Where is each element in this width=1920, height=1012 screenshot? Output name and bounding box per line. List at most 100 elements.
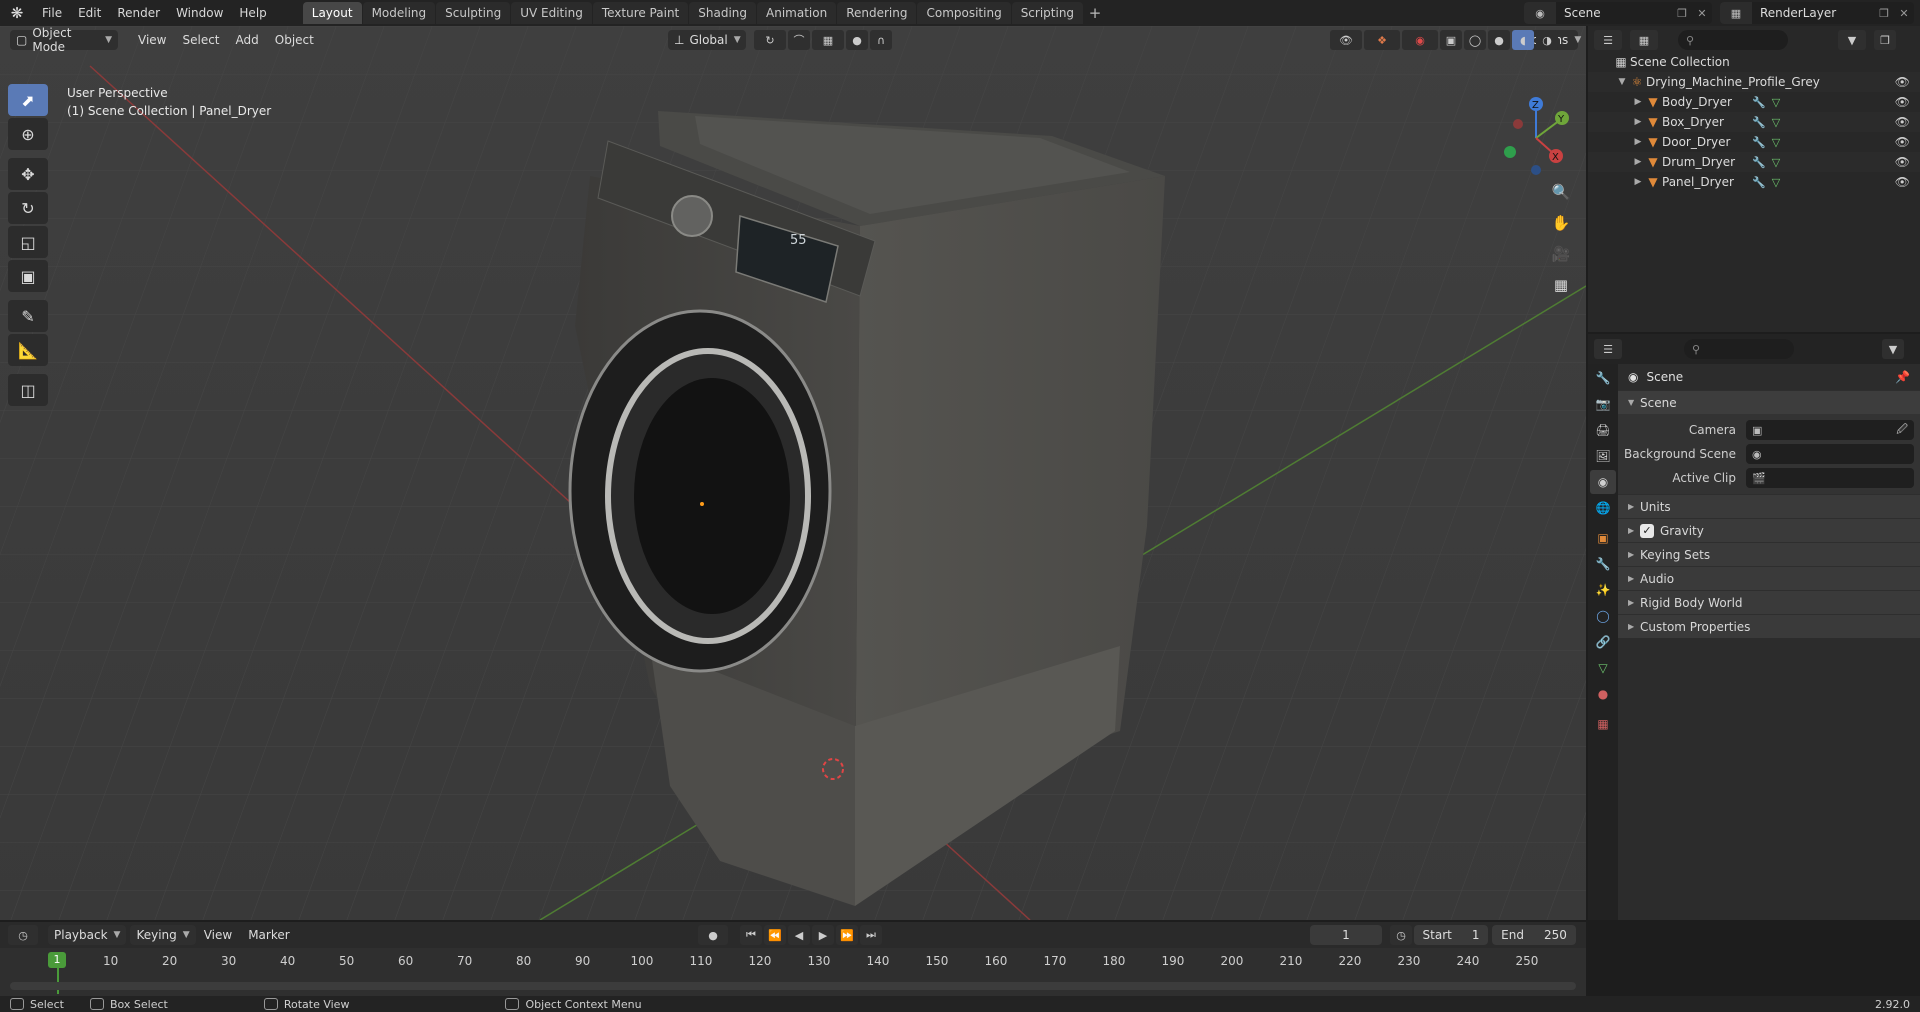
tab-sculpting[interactable]: Sculpting xyxy=(436,2,511,24)
pin-icon[interactable]: 📌 xyxy=(1895,370,1910,384)
visibility-eye-icon[interactable]: 👁 xyxy=(1895,95,1910,109)
visibility-eye-icon[interactable]: 👁 xyxy=(1895,135,1910,149)
time-icon[interactable]: ◷ xyxy=(1390,925,1412,945)
proportional-edit-icon[interactable]: ● xyxy=(846,30,868,50)
particles-tab-icon[interactable]: ✨ xyxy=(1590,578,1616,602)
background-scene-field[interactable]: ◉ xyxy=(1746,444,1914,464)
tab-modeling[interactable]: Modeling xyxy=(362,2,436,24)
rendered-shading-icon[interactable]: ◑ xyxy=(1536,30,1558,50)
expand-arrow-icon[interactable]: ▶ xyxy=(1632,177,1644,187)
menu-help[interactable]: Help xyxy=(231,2,274,24)
measure-tool-icon[interactable]: 📐 xyxy=(8,334,48,366)
scene-selector[interactable]: ◉ Scene ❐ ✕ xyxy=(1524,2,1712,24)
mesh-data-icon[interactable]: ▽ xyxy=(1772,96,1780,109)
active-clip-field[interactable]: 🎬 xyxy=(1746,468,1914,488)
ortho-grid-icon[interactable]: ▦ xyxy=(1547,271,1575,299)
dial-knob[interactable] xyxy=(671,195,713,237)
jump-end-icon[interactable]: ⏭ xyxy=(860,925,882,945)
menu-file[interactable]: File xyxy=(34,2,70,24)
camera-field[interactable]: ▣ 🖉 xyxy=(1746,420,1914,440)
outliner-item-panel-dryer[interactable]: ▶ ▼ Panel_Dryer 🔧 ▽ 👁 xyxy=(1588,172,1920,192)
end-frame-field[interactable]: End 250 xyxy=(1492,925,1576,945)
constraints-tab-icon[interactable]: 🔗 xyxy=(1590,630,1616,654)
view-layer-tab-icon[interactable]: 🖼 xyxy=(1590,444,1616,468)
timeline-scrollbar[interactable] xyxy=(10,982,1576,990)
snap-target-icon[interactable]: ▦ xyxy=(812,30,844,50)
wireframe-shading-icon[interactable]: ◯ xyxy=(1464,30,1486,50)
tab-shading[interactable]: Shading xyxy=(689,2,756,24)
scene-panel-header[interactable]: ▼ Scene xyxy=(1618,390,1920,414)
mode-dropdown[interactable]: ▢ Object Mode ▼ xyxy=(10,26,118,54)
menu-object[interactable]: Object xyxy=(267,33,322,47)
expand-arrow-icon[interactable]: ▶ xyxy=(1632,137,1644,147)
outliner-item-box-dryer[interactable]: ▶ ▼ Box_Dryer 🔧 ▽ 👁 xyxy=(1588,112,1920,132)
jump-start-icon[interactable]: ⏮ xyxy=(740,925,762,945)
next-keyframe-icon[interactable]: ⏩ xyxy=(836,925,858,945)
output-tab-icon[interactable]: 🖨 xyxy=(1590,418,1616,442)
overlay-toggle-icon[interactable]: ◉ xyxy=(1402,30,1438,50)
zoom-icon[interactable]: 🔍 xyxy=(1547,178,1575,206)
select-box-tool-icon[interactable]: ⬈ xyxy=(8,84,48,116)
tab-texture-paint[interactable]: Texture Paint xyxy=(592,2,689,24)
menu-view[interactable]: View xyxy=(130,33,174,47)
editor-type-icon[interactable]: ☰ xyxy=(1594,30,1622,50)
tab-animation[interactable]: Animation xyxy=(757,2,837,24)
modifier-wrench-icon[interactable]: 🔧 xyxy=(1752,176,1766,189)
visibility-icon[interactable]: 👁 xyxy=(1330,30,1362,50)
units-panel[interactable]: ▶ Units xyxy=(1618,494,1920,518)
menu-select[interactable]: Select xyxy=(174,33,227,47)
delete-view-layer-icon[interactable]: ✕ xyxy=(1894,7,1914,20)
falloff-icon[interactable]: ∩ xyxy=(870,30,892,50)
cursor-tool-icon[interactable]: ⊕ xyxy=(8,118,48,150)
outliner-item-door-dryer[interactable]: ▶ ▼ Door_Dryer 🔧 ▽ 👁 xyxy=(1588,132,1920,152)
scale-tool-icon[interactable]: ◱ xyxy=(8,226,48,258)
gizmo-toggle-icon[interactable]: ❖ xyxy=(1364,30,1400,50)
play-icon[interactable]: ▶ xyxy=(812,925,834,945)
xray-icon[interactable]: ▣ xyxy=(1440,30,1462,50)
new-scene-icon[interactable]: ❐ xyxy=(1672,7,1692,20)
filter-icon[interactable]: ▼ xyxy=(1838,30,1866,50)
menu-edit[interactable]: Edit xyxy=(70,2,109,24)
expand-arrow-icon[interactable]: ▶ xyxy=(1632,117,1644,127)
display-mode-icon[interactable]: ▦ xyxy=(1630,30,1658,50)
keying-sets-panel[interactable]: ▶ Keying Sets xyxy=(1618,542,1920,566)
editor-type-icon[interactable]: ☰ xyxy=(1594,339,1622,359)
custom-properties-panel[interactable]: ▶ Custom Properties xyxy=(1618,614,1920,638)
visibility-eye-icon[interactable]: 👁 xyxy=(1895,115,1910,129)
data-tab-icon[interactable]: ▽ xyxy=(1590,656,1616,680)
collapse-arrow-icon[interactable]: ▼ xyxy=(1616,77,1628,87)
visibility-eye-icon[interactable]: 👁 xyxy=(1895,155,1910,169)
start-frame-field[interactable]: Start 1 xyxy=(1414,925,1488,945)
record-icon[interactable]: ● xyxy=(698,925,728,945)
tool-tab-icon[interactable]: 🔧 xyxy=(1590,366,1616,390)
visibility-eye-icon[interactable]: 👁 xyxy=(1895,75,1910,89)
timeline-ruler[interactable]: 1 10 20 30 40 50 60 70 80 90 100 110 120 130 140 150 16… xyxy=(0,948,1586,996)
eyedropper-icon[interactable]: 🖉 xyxy=(1896,421,1908,440)
prev-keyframe-icon[interactable]: ⏪ xyxy=(764,925,786,945)
mesh-data-icon[interactable]: ▽ xyxy=(1772,156,1780,169)
new-collection-icon[interactable]: ❐ xyxy=(1874,30,1896,50)
move-tool-icon[interactable]: ✥ xyxy=(8,158,48,190)
editor-type-icon[interactable]: ◷ xyxy=(8,925,38,945)
outliner-item-drum-dryer[interactable]: ▶ ▼ Drum_Dryer 🔧 ▽ 👁 xyxy=(1588,152,1920,172)
snap-icon[interactable]: ⌒ xyxy=(788,30,810,50)
expand-arrow-icon[interactable]: ▶ xyxy=(1632,157,1644,167)
gravity-checkbox[interactable]: ✓ xyxy=(1640,523,1654,538)
outliner-item-body-dryer[interactable]: ▶ ▼ Body_Dryer 🔧 ▽ 👁 xyxy=(1588,92,1920,112)
physics-tab-icon[interactable]: ◯ xyxy=(1590,604,1616,628)
transform-orientation-dropdown[interactable]: ⊥ Global ▼ xyxy=(668,30,746,50)
tab-scripting[interactable]: Scripting xyxy=(1011,2,1084,24)
outliner-collection[interactable]: ▼ ⚛ Drying_Machine_Profile_Grey 👁 xyxy=(1588,72,1920,92)
view-layer-selector[interactable]: ▦ RenderLayer ❐ ✕ xyxy=(1720,2,1914,24)
material-shading-icon[interactable]: ◖ xyxy=(1512,30,1534,50)
add-cube-tool-icon[interactable]: ◫ xyxy=(8,374,48,406)
gravity-panel[interactable]: ▶ ✓ Gravity xyxy=(1618,518,1920,542)
blender-logo-icon[interactable]: ❋ xyxy=(0,0,34,26)
menu-add[interactable]: Add xyxy=(228,33,267,47)
modifier-wrench-icon[interactable]: 🔧 xyxy=(1752,136,1766,149)
tab-compositing[interactable]: Compositing xyxy=(917,2,1011,24)
tab-rendering[interactable]: Rendering xyxy=(837,2,917,24)
menu-render[interactable]: Render xyxy=(109,2,168,24)
add-workspace-button[interactable]: + xyxy=(1084,2,1106,24)
modifier-wrench-icon[interactable]: 🔧 xyxy=(1752,116,1766,129)
